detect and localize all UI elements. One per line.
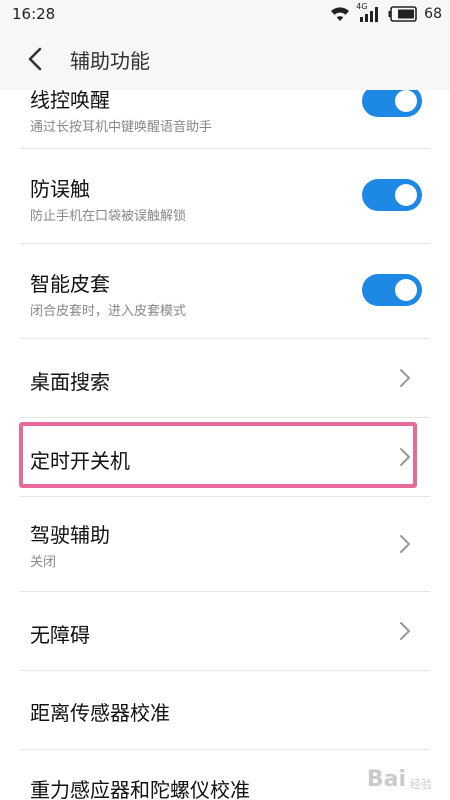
setting-row-voice-wake[interactable]: 线控唤醒 通过长按耳机中键唤醒语音助手 bbox=[0, 90, 450, 148]
page-title: 辅助功能 bbox=[70, 49, 150, 73]
chevron-right-icon bbox=[398, 367, 412, 389]
battery-level: 68 bbox=[424, 6, 442, 22]
setting-subtitle: 防止手机在口袋被误触解锁 bbox=[30, 209, 187, 224]
toggle-knob bbox=[395, 90, 417, 112]
status-icons: 4G 68 bbox=[330, 2, 442, 24]
toggle-knob bbox=[395, 184, 417, 206]
setting-row-desktop-search[interactable]: 桌面搜索 bbox=[0, 339, 450, 417]
toggle-switch[interactable] bbox=[362, 179, 422, 211]
chevron-left-icon[interactable] bbox=[22, 45, 48, 73]
toggle-switch[interactable] bbox=[362, 274, 422, 306]
wifi-icon bbox=[330, 6, 350, 22]
setting-title: 桌面搜索 bbox=[30, 370, 110, 394]
highlight-frame bbox=[19, 422, 417, 488]
setting-row-driving-assist[interactable]: 驾驶辅助 关闭 bbox=[0, 497, 450, 591]
header: 辅助功能 bbox=[0, 28, 450, 90]
toggle-switch[interactable] bbox=[362, 90, 422, 117]
signal-icon: 4G bbox=[356, 2, 382, 23]
chevron-right-icon bbox=[398, 620, 412, 642]
baidu-watermark: Bai 经验 bbox=[367, 767, 432, 792]
setting-title: 距离传感器校准 bbox=[30, 701, 170, 725]
setting-row-accessibility[interactable]: 无障碍 bbox=[0, 592, 450, 670]
setting-title: 驾驶辅助 bbox=[30, 523, 110, 547]
status-bar: 16:28 4G 68 bbox=[0, 0, 450, 28]
setting-subtitle: 通过长按耳机中键唤醒语音助手 bbox=[30, 120, 213, 135]
setting-title: 线控唤醒 bbox=[30, 90, 110, 112]
status-time: 16:28 bbox=[12, 5, 56, 23]
setting-row-anti-touch[interactable]: 防误触 防止手机在口袋被误触解锁 bbox=[0, 149, 450, 243]
settings-list: 线控唤醒 通过长按耳机中键唤醒语音助手 防误触 防止手机在口袋被误触解锁 智能皮… bbox=[0, 90, 450, 800]
watermark-logo: Bai bbox=[366, 767, 406, 792]
setting-row-smart-cover[interactable]: 智能皮套 闭合皮套时，进入皮套模式 bbox=[0, 244, 450, 338]
setting-title: 智能皮套 bbox=[30, 272, 110, 296]
setting-subtitle: 闭合皮套时，进入皮套模式 bbox=[30, 304, 187, 319]
chevron-right-icon bbox=[398, 533, 412, 555]
setting-title: 防误触 bbox=[30, 177, 90, 201]
battery-icon bbox=[388, 6, 418, 22]
setting-subtitle: 关闭 bbox=[30, 555, 57, 570]
setting-title: 重力感应器和陀螺仪校准 bbox=[30, 778, 250, 800]
setting-row-proximity-calibration[interactable]: 距离传感器校准 bbox=[0, 671, 450, 749]
setting-title: 无障碍 bbox=[30, 623, 90, 647]
toggle-knob bbox=[395, 279, 417, 301]
watermark-text: 经验 bbox=[410, 778, 432, 791]
